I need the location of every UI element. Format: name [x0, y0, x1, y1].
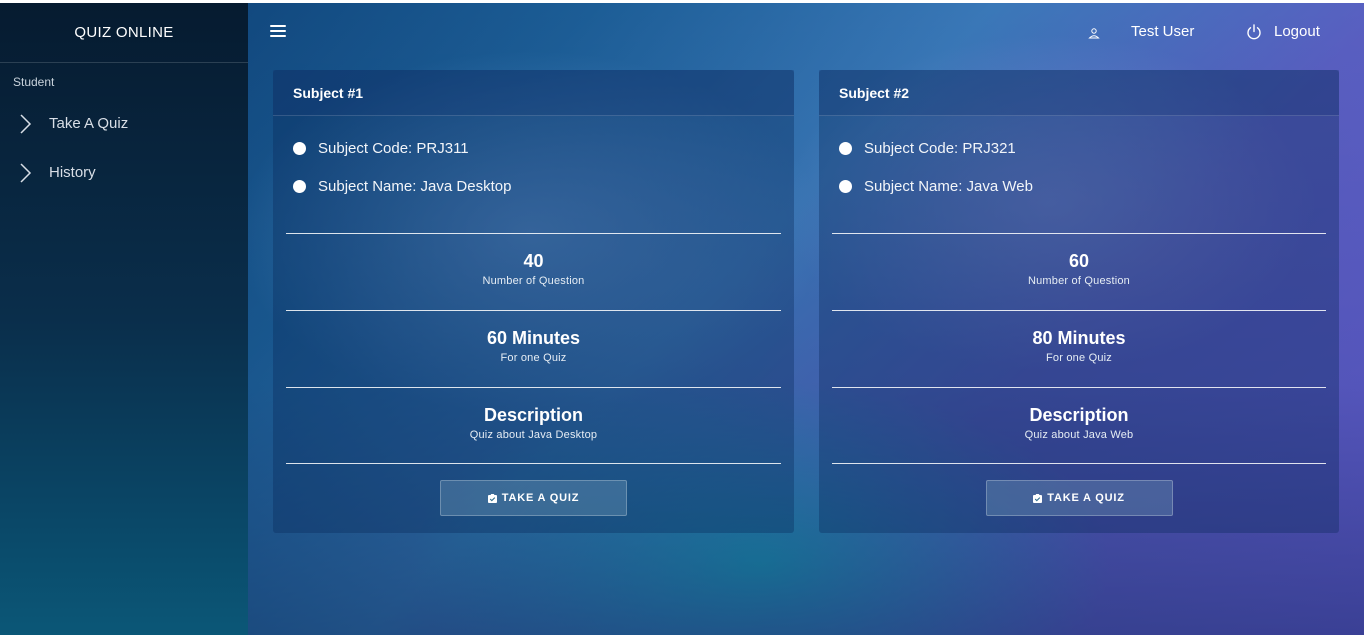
sidebar-item-label: History: [49, 164, 96, 181]
subject-card-header: Subject #1: [273, 70, 794, 116]
subject-code-item: Subject Code: PRJ321: [839, 138, 1319, 158]
subject-code-text: Subject Code: PRJ311: [318, 139, 469, 157]
duration-label: For one Quiz: [1046, 352, 1112, 364]
subject-name-item: Subject Name: Java Desktop: [293, 176, 774, 196]
brand-title[interactable]: QUIZ ONLINE: [0, 3, 248, 63]
description-stat: Description Quiz about Java Web: [832, 387, 1326, 464]
duration-value: 80 Minutes: [1032, 328, 1126, 348]
subject-details: Subject Code: PRJ311 Subject Name: Java …: [273, 116, 794, 233]
clipboard-check-icon: [1033, 493, 1043, 503]
user-name: Test User: [1131, 23, 1195, 40]
take-a-quiz-button[interactable]: TAKE A QUIZ: [985, 480, 1173, 516]
subject-details: Subject Code: PRJ321 Subject Name: Java …: [819, 116, 1339, 233]
duration-value: 60 Minutes: [486, 328, 581, 348]
user-menu[interactable]: Test User: [1088, 23, 1194, 40]
description-stat: Description Quiz about Java Desktop: [286, 387, 781, 464]
subject-card: Subject #2 Subject Code: PRJ321 Subject …: [819, 70, 1339, 533]
bullet-icon: [293, 141, 306, 155]
description-title: Description: [1029, 405, 1129, 425]
take-a-quiz-label: TAKE A QUIZ: [1047, 492, 1125, 504]
sidebar-item-label: Take A Quiz: [49, 115, 129, 132]
hamburger-menu-icon[interactable]: [270, 25, 286, 39]
subject-name-text: Subject Name: Java Desktop: [318, 177, 512, 195]
subject-name-item: Subject Name: Java Web: [839, 176, 1319, 196]
subject-code-item: Subject Code: PRJ311: [293, 138, 774, 158]
power-icon: [1246, 23, 1262, 40]
bullet-icon: [839, 179, 852, 193]
logout-button[interactable]: Logout: [1246, 23, 1320, 40]
clipboard-check-icon: [487, 493, 497, 503]
topbar: Test User Logout: [248, 3, 1364, 63]
question-count-stat: 60 Number of Question: [832, 233, 1326, 310]
question-count-value: 60: [1068, 251, 1090, 271]
logout-label: Logout: [1274, 23, 1320, 40]
sidebar-section-label: Student: [13, 75, 55, 89]
take-a-quiz-label: TAKE A QUIZ: [501, 492, 580, 504]
duration-stat: 80 Minutes For one Quiz: [832, 310, 1326, 387]
bullet-icon: [839, 141, 852, 155]
subject-stats: 60 Number of Question 80 Minutes For one…: [819, 233, 1339, 464]
description-text: Quiz about Java Web: [1024, 429, 1134, 441]
chevron-right-icon: [18, 113, 32, 135]
question-count-label: Number of Question: [482, 275, 585, 287]
subject-card: Subject #1 Subject Code: PRJ311 Subject …: [273, 70, 794, 533]
subject-stats: 40 Number of Question 60 Minutes For one…: [273, 233, 794, 464]
sidebar-item-take-a-quiz[interactable]: Take A Quiz: [0, 99, 248, 148]
subject-name-text: Subject Name: Java Web: [864, 177, 1033, 195]
duration-label: For one Quiz: [500, 352, 567, 364]
chevron-right-icon: [18, 162, 32, 184]
question-count-label: Number of Question: [1027, 275, 1131, 287]
user-icon: [1088, 26, 1100, 38]
subject-card-header: Subject #2: [819, 70, 1339, 116]
sidebar-item-history[interactable]: History: [0, 148, 248, 197]
duration-stat: 60 Minutes For one Quiz: [286, 310, 781, 387]
question-count-stat: 40 Number of Question: [286, 233, 781, 310]
subject-code-text: Subject Code: PRJ321: [864, 139, 1016, 157]
description-title: Description: [483, 405, 584, 425]
description-text: Quiz about Java Desktop: [469, 429, 598, 441]
bullet-icon: [293, 179, 306, 193]
question-count-value: 40: [523, 251, 544, 271]
take-a-quiz-button[interactable]: TAKE A QUIZ: [440, 480, 627, 516]
sidebar: QUIZ ONLINE Student Take A Quiz History: [0, 3, 248, 635]
